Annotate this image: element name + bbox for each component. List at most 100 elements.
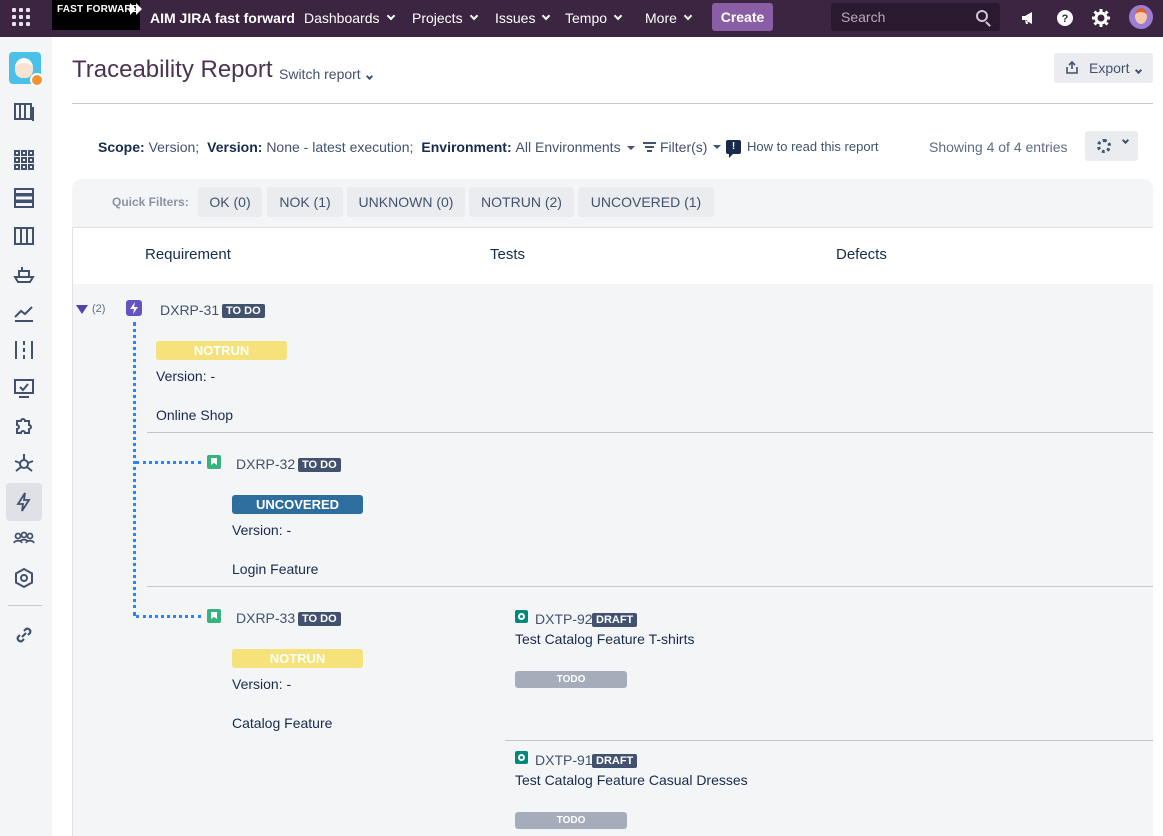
caret-down-icon (626, 146, 635, 151)
traceability-bolt-icon[interactable] (13, 491, 35, 513)
requirement-summary: Login Feature (232, 561, 319, 577)
header-divider (72, 103, 1153, 104)
test-execution-icon[interactable] (13, 377, 35, 399)
story-issue-icon (207, 455, 221, 469)
quick-filter-notrun[interactable]: NOTRUN (2) (469, 187, 574, 217)
hexagon-settings-icon[interactable] (13, 567, 35, 589)
network-hub-icon[interactable] (13, 453, 35, 475)
test-key-link[interactable]: DXTP-92 (535, 611, 593, 627)
project-avatar[interactable] (9, 52, 44, 87)
logo-text: FAST FORWARD (57, 4, 140, 15)
nav-dashboards[interactable]: Dashboards (304, 10, 395, 26)
hierarchy-connector (136, 615, 201, 618)
expand-toggle[interactable]: (2) (76, 303, 105, 315)
coverage-status-bar: NOTRUN (232, 649, 363, 668)
entries-count: Showing 4 of 4 entries (929, 139, 1068, 155)
column-tests[interactable]: Tests (490, 246, 525, 263)
hierarchy-connector (133, 322, 136, 616)
report-scope-bar: Scope: Version; Version: None - latest e… (98, 139, 635, 155)
sidebar-divider (8, 605, 42, 606)
columns-icon[interactable] (13, 225, 35, 247)
chevron-down-icon (469, 11, 478, 21)
nav-projects[interactable]: Projects (412, 10, 478, 26)
requirement-summary: Online Shop (156, 407, 234, 423)
chevron-down-icon (542, 11, 551, 21)
switch-report-dropdown[interactable]: Switch report (279, 66, 373, 82)
test-divider (505, 740, 1153, 741)
test-summary: Test Catalog Feature T-shirts (515, 631, 695, 647)
help-icon[interactable]: ? (1056, 9, 1074, 27)
filters-dropdown[interactable]: Filter(s) (643, 139, 722, 155)
team-users-icon[interactable] (13, 527, 35, 549)
top-navigation: FAST FORWARD AIM JIRA fast forward Dashb… (0, 0, 1163, 37)
test-summary: Test Catalog Feature Casual Dresses (515, 772, 748, 788)
chevron-down-icon (386, 11, 395, 21)
reports-chart-icon[interactable] (13, 301, 35, 323)
create-button[interactable]: Create (712, 3, 773, 31)
export-button[interactable]: Export (1054, 53, 1153, 83)
page-title: Traceability Report (72, 56, 273, 83)
test-key-link[interactable]: DXTP-91 (535, 752, 593, 768)
column-requirement[interactable]: Requirement (145, 246, 231, 263)
export-share-icon (1066, 61, 1078, 74)
filter-lines-icon (643, 142, 656, 152)
requirement-version: Version: - (156, 368, 216, 384)
environment-dropdown[interactable]: Environment: All Environments (421, 139, 635, 155)
row-divider (147, 586, 1153, 587)
search-input[interactable]: Search (831, 3, 1000, 31)
chevron-down-icon (613, 11, 623, 21)
nav-more[interactable]: More (645, 10, 693, 26)
quick-filters-label: Quick Filters: (112, 195, 189, 209)
quick-filter-ok[interactable]: OK (0) (198, 187, 262, 217)
quick-filter-unknown[interactable]: UNKNOWN (0) (347, 187, 465, 217)
add-ons-puzzle-icon[interactable] (13, 415, 35, 437)
board-icon[interactable] (13, 101, 35, 123)
triangle-down-icon (76, 304, 88, 314)
coverage-status-bar: NOTRUN (156, 341, 287, 360)
chevron-down-icon (1121, 136, 1130, 145)
nav-tempo[interactable]: Tempo (565, 10, 623, 26)
requirement-version: Version: - (232, 676, 292, 692)
requirement-key-link[interactable]: DXRP-33 (236, 610, 295, 626)
megaphone-icon[interactable] (1020, 9, 1038, 27)
issue-status-lozenge: TO DO (298, 612, 341, 626)
nav-issues[interactable]: Issues (495, 10, 551, 26)
test-status-lozenge: DRAFT (592, 754, 638, 768)
requirement-key-link[interactable]: DXRP-32 (236, 456, 295, 472)
table-header (72, 227, 1153, 284)
test-matrix-icon[interactable] (13, 339, 35, 361)
coverage-status-bar: UNCOVERED (232, 495, 363, 514)
gear-icon (1097, 139, 1111, 153)
site-name[interactable]: AIM JIRA fast forward (150, 10, 295, 26)
requirement-key-link[interactable]: DXRP-31 (160, 302, 219, 318)
apps-grid-icon[interactable] (13, 149, 35, 171)
backlog-icon[interactable] (13, 187, 35, 209)
site-logo[interactable]: FAST FORWARD (52, 0, 142, 30)
chevron-down-icon (365, 72, 373, 81)
search-icon (976, 10, 988, 22)
releases-ship-icon[interactable] (13, 263, 35, 285)
svg-text:?: ? (1062, 13, 1069, 25)
quick-filter-uncovered[interactable]: UNCOVERED (1) (578, 187, 714, 217)
caret-down-icon (713, 145, 722, 149)
test-run-status: TODO (515, 671, 627, 688)
issue-status-lozenge: TO DO (222, 304, 265, 318)
table-settings-button[interactable] (1085, 131, 1138, 161)
user-avatar[interactable] (1129, 5, 1153, 29)
test-issue-icon (515, 610, 528, 623)
test-run-status: TODO (515, 812, 627, 829)
requirement-summary: Catalog Feature (232, 715, 333, 731)
quick-filter-nok[interactable]: NOK (1) (267, 187, 343, 217)
requirement-version: Version: - (232, 522, 292, 538)
hierarchy-connector (136, 461, 201, 464)
settings-gear-icon[interactable] (1092, 9, 1110, 27)
how-to-read-link[interactable]: ! How to read this report (726, 139, 879, 158)
column-defects[interactable]: Defects (836, 246, 887, 263)
epic-issue-icon (126, 300, 142, 316)
app-switcher-icon[interactable] (12, 8, 34, 30)
chevron-down-icon (683, 11, 693, 21)
info-bubble-icon: ! (726, 139, 741, 158)
link-icon[interactable] (13, 624, 35, 646)
project-sidebar (0, 37, 52, 836)
row-divider (147, 432, 1153, 433)
